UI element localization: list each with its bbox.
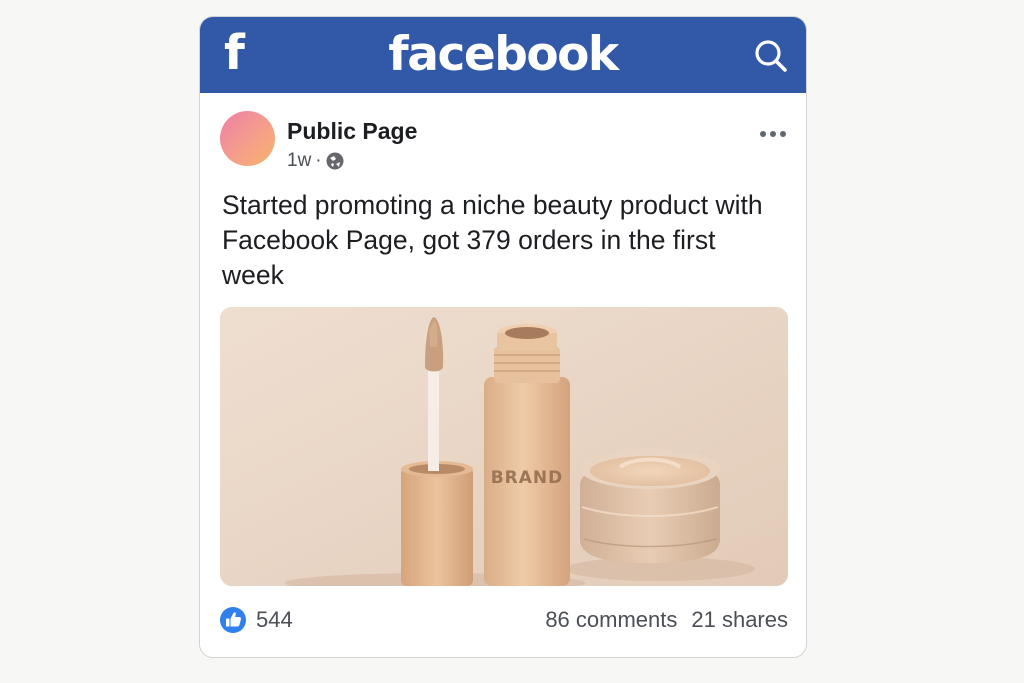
beauty-product-photo: BRAND — [220, 307, 788, 586]
post-header: Public Page 1w · — [220, 111, 788, 171]
engagement-counts: 86 comments 21 shares — [545, 607, 788, 633]
more-options-button[interactable] — [758, 127, 788, 141]
product-brand-label: BRAND — [491, 468, 564, 488]
meta-separator: · — [315, 150, 322, 171]
top-bar: f facebook — [200, 17, 806, 93]
like-count: 544 — [256, 607, 293, 632]
like-summary[interactable]: 544 — [220, 607, 293, 633]
more-options-icon — [760, 131, 786, 137]
search-button[interactable] — [752, 37, 790, 75]
avatar[interactable] — [220, 111, 275, 166]
post-text: Started promoting a niche beauty product… — [222, 190, 763, 290]
post-time[interactable]: 1w — [287, 150, 311, 172]
post-card: f facebook Public Page 1w · Started prom… — [199, 16, 807, 658]
facebook-wordmark: facebook — [388, 27, 619, 82]
comments-count[interactable]: 86 comments — [545, 607, 677, 633]
like-thumbs-up-icon — [220, 607, 246, 633]
post-meta: 1w · — [287, 149, 344, 173]
shares-count[interactable]: 21 shares — [691, 607, 788, 633]
post-stats: 544 86 comments 21 shares — [220, 605, 788, 635]
search-icon — [755, 40, 787, 72]
post-image[interactable]: BRAND — [220, 307, 788, 586]
public-globe-icon[interactable] — [326, 152, 344, 170]
page-name[interactable]: Public Page — [287, 117, 417, 145]
